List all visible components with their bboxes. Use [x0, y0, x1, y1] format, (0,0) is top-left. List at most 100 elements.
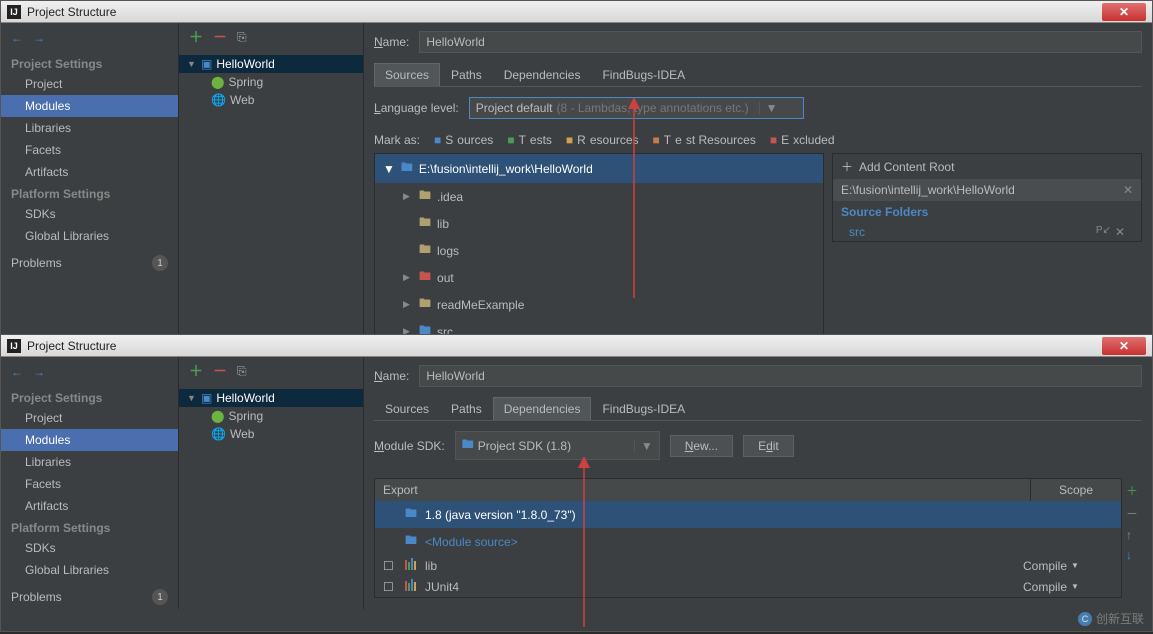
- close-button[interactable]: ✕: [1102, 337, 1146, 355]
- remove-icon[interactable]: ✕: [1115, 225, 1125, 239]
- tab-findbugs[interactable]: FindBugs-IDEA: [591, 397, 696, 420]
- add-dep-icon[interactable]: ＋: [1126, 482, 1138, 499]
- nav-forward-icon[interactable]: →: [33, 365, 45, 379]
- remove-module-icon[interactable]: －: [213, 27, 227, 47]
- mark-sources[interactable]: ■Sources: [434, 133, 493, 147]
- tree-node-helloworld[interactable]: ▼▣ HelloWorld: [179, 389, 363, 407]
- module-name-input[interactable]: [419, 365, 1142, 387]
- new-sdk-button[interactable]: New...: [670, 435, 733, 457]
- tree-node-spring[interactable]: ⬤Spring: [179, 407, 363, 425]
- src-folder-readme[interactable]: ▶🖿readMeExample: [375, 291, 823, 318]
- app-icon: IJ: [7, 5, 21, 19]
- scope-combo[interactable]: Compile▼: [1023, 580, 1113, 594]
- content-root-panel: ＋Add Content Root E:\fusion\intellij_wor…: [832, 153, 1142, 346]
- tree-node-web[interactable]: 🌐Web: [179, 425, 363, 443]
- remove-module-icon[interactable]: －: [213, 361, 227, 381]
- tab-sources[interactable]: Sources: [374, 397, 440, 420]
- sidebar-item-facets[interactable]: Facets: [1, 139, 178, 161]
- tab-paths[interactable]: Paths: [440, 397, 493, 420]
- tree-node-web[interactable]: 🌐 Web: [179, 91, 363, 109]
- tab-paths[interactable]: Paths: [440, 63, 493, 86]
- module-sdk-label: Module SDK:: [374, 439, 445, 453]
- problems-label: Problems: [11, 256, 62, 270]
- dep-row-junit4[interactable]: ☐ JUnit4 Compile▼: [375, 576, 1121, 597]
- dep-name: JUnit4: [425, 580, 1023, 594]
- src-tree-root[interactable]: ▼ 🖿 E:\fusion\intellij_work\HelloWorld: [375, 154, 823, 183]
- sidebar-item-sdks[interactable]: SDKs: [1, 537, 178, 559]
- dep-row-module-source[interactable]: 🖿 <Module source>: [375, 528, 1121, 555]
- mark-excluded[interactable]: ■Excluded: [770, 133, 835, 147]
- nav-back-icon[interactable]: ←: [11, 31, 23, 45]
- sidebar-item-artifacts[interactable]: Artifacts: [1, 495, 178, 517]
- sidebar-item-problems[interactable]: Problems 1: [1, 247, 178, 275]
- sidebar-item-sdks[interactable]: SDKs: [1, 203, 178, 225]
- titlebar: IJ Project Structure ✕: [1, 1, 1152, 23]
- dep-row-lib[interactable]: ☐ lib Compile▼: [375, 555, 1121, 576]
- copy-module-icon[interactable]: ⎘: [237, 30, 247, 45]
- src-folder-out[interactable]: ▶🖿out: [375, 264, 823, 291]
- folder-icon: 🖿: [405, 531, 425, 552]
- sidebar-item-project[interactable]: Project: [1, 407, 178, 429]
- sidebar-item-facets[interactable]: Facets: [1, 473, 178, 495]
- window-title: Project Structure: [27, 339, 116, 353]
- close-button[interactable]: ✕: [1102, 3, 1146, 21]
- module-name-input[interactable]: [419, 31, 1142, 53]
- sidebar-item-libraries[interactable]: Libraries: [1, 451, 178, 473]
- mark-test-resources[interactable]: ■Test Resources: [653, 133, 756, 147]
- sidebar-item-global-libraries[interactable]: Global Libraries: [1, 559, 178, 581]
- properties-icon[interactable]: P↙: [1096, 225, 1111, 239]
- sidebar-item-global-libraries[interactable]: Global Libraries: [1, 225, 178, 247]
- folder-icon: 🖿: [405, 504, 425, 525]
- expand-icon[interactable]: ▼: [187, 59, 197, 69]
- spring-icon: ⬤: [211, 75, 224, 89]
- edit-sdk-button[interactable]: Edit: [743, 435, 794, 457]
- move-down-icon[interactable]: ↓: [1126, 548, 1138, 562]
- mark-resources[interactable]: ■Resources: [566, 133, 639, 147]
- export-checkbox[interactable]: ☐: [383, 559, 405, 573]
- tab-dependencies[interactable]: Dependencies: [493, 63, 592, 86]
- content-root-path[interactable]: E:\fusion\intellij_work\HelloWorld ✕: [833, 179, 1141, 201]
- tab-dependencies[interactable]: Dependencies: [493, 397, 592, 420]
- language-level-label: Language level:: [374, 101, 459, 115]
- tree-node-label: HelloWorld: [216, 57, 274, 71]
- module-editor: Name: Sources Paths Dependencies FindBug…: [364, 357, 1152, 609]
- sidebar-item-problems[interactable]: Problems 1: [1, 581, 178, 609]
- sidebar-item-artifacts[interactable]: Artifacts: [1, 161, 178, 183]
- tab-sources[interactable]: Sources: [374, 63, 440, 86]
- move-up-icon[interactable]: ↑: [1126, 528, 1138, 542]
- expand-icon[interactable]: ▼: [383, 162, 395, 176]
- dep-row-sdk[interactable]: 🖿 1.8 (java version "1.8.0_73"): [375, 501, 1121, 528]
- add-module-icon[interactable]: ＋: [189, 27, 203, 47]
- tree-node-helloworld[interactable]: ▼ ▣ HelloWorld: [179, 55, 363, 73]
- remove-content-root-icon[interactable]: ✕: [1123, 183, 1133, 197]
- tree-node-spring[interactable]: ⬤ Spring: [179, 73, 363, 91]
- sidebar-item-modules[interactable]: Modules: [1, 429, 178, 451]
- tab-findbugs[interactable]: FindBugs-IDEA: [591, 63, 696, 86]
- combo-dim: (8 - Lambdas, type annotations etc.): [556, 101, 748, 115]
- language-level-combo[interactable]: Project default (8 - Lambdas, type annot…: [469, 97, 804, 119]
- platform-settings-heading: Platform Settings: [1, 183, 178, 203]
- titlebar: IJ Project Structure ✕: [1, 335, 1152, 357]
- project-settings-heading: Project Settings: [1, 387, 178, 407]
- copy-module-icon[interactable]: ⎘: [237, 364, 247, 379]
- tree-node-label: HelloWorld: [216, 391, 274, 405]
- module-sdk-combo[interactable]: 🖿 Project SDK (1.8) ▼: [455, 431, 660, 460]
- sidebar-item-project[interactable]: Project: [1, 73, 178, 95]
- src-folder-logs[interactable]: 🖿logs: [375, 237, 823, 264]
- chevron-down-icon: ▼: [634, 439, 653, 453]
- add-content-root[interactable]: ＋Add Content Root: [833, 154, 1141, 179]
- export-checkbox[interactable]: ☐: [383, 580, 405, 594]
- mark-tests[interactable]: ■Tests: [507, 133, 552, 147]
- nav-back-icon[interactable]: ←: [11, 365, 23, 379]
- library-icon: [405, 558, 425, 573]
- source-folder-src[interactable]: src P↙ ✕: [833, 223, 1141, 241]
- add-module-icon[interactable]: ＋: [189, 361, 203, 381]
- scope-combo[interactable]: Compile▼: [1023, 559, 1113, 573]
- sidebar-item-modules[interactable]: Modules: [1, 95, 178, 117]
- module-icon: ▣: [201, 57, 212, 71]
- src-folder-lib[interactable]: 🖿lib: [375, 210, 823, 237]
- src-folder-idea[interactable]: ▶🖿.idea: [375, 183, 823, 210]
- nav-forward-icon[interactable]: →: [33, 31, 45, 45]
- sidebar-item-libraries[interactable]: Libraries: [1, 117, 178, 139]
- remove-dep-icon[interactable]: －: [1126, 505, 1138, 522]
